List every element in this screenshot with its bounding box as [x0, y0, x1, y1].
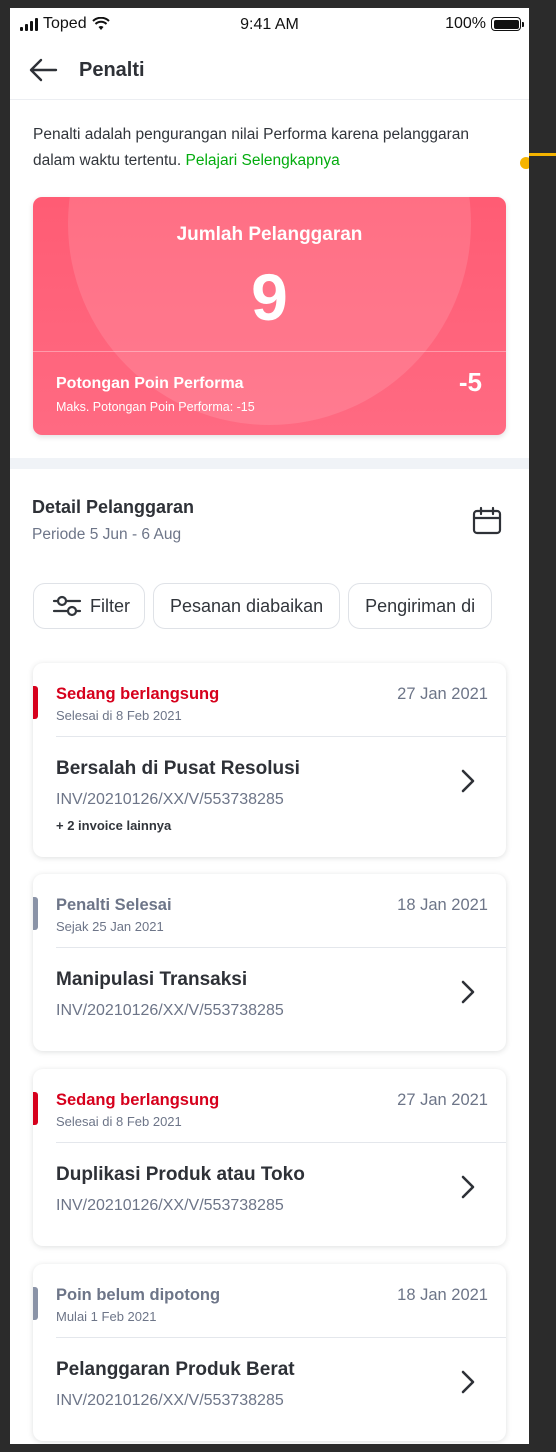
violation-invoice: INV/20210126/XX/V/553738285 — [56, 791, 284, 808]
top-nav: Penalti — [10, 42, 529, 100]
violation-title: Manipulasi Transaksi — [56, 969, 248, 990]
status-accent — [33, 897, 38, 930]
section-divider — [10, 458, 529, 469]
card-divider — [56, 1142, 506, 1143]
violation-title: Pelanggaran Produk Berat — [56, 1359, 295, 1380]
detail-title: Detail Pelanggaran — [32, 497, 195, 517]
battery-percent: 100% — [445, 15, 486, 32]
intro-text: Penalti adalah pengurangan nilai Perform… — [33, 122, 513, 174]
violation-status-sub: Selesai di 8 Feb 2021 — [56, 1114, 182, 1129]
annotation-dot — [520, 157, 529, 169]
max-deduction: Maks. Potongan Poin Performa: -15 — [56, 400, 255, 414]
status-accent — [33, 1287, 38, 1320]
violation-invoice: INV/20210126/XX/V/553738285 — [56, 1392, 284, 1409]
violation-date: 27 Jan 2021 — [397, 685, 488, 703]
violation-invoice: INV/20210126/XX/V/553738285 — [56, 1002, 284, 1019]
filter-chips: Filter Pesanan diabaikan Pengiriman di — [33, 583, 493, 629]
battery-icon — [491, 17, 524, 31]
violation-title: Bersalah di Pusat Resolusi — [56, 758, 300, 779]
filter-chip[interactable]: Filter — [33, 583, 145, 629]
page-title: Penalti — [79, 59, 145, 81]
chevron-right-icon — [461, 1370, 475, 1394]
violation-date: 27 Jan 2021 — [397, 1091, 488, 1109]
chevron-right-icon — [461, 1175, 475, 1199]
detail-period: Periode 5 Jun - 6 Aug — [32, 526, 182, 543]
status-bar: Toped 9:41 AM 100% — [10, 8, 529, 42]
learn-more-link[interactable]: Pelajari Selengkapnya — [186, 152, 340, 169]
violation-card[interactable]: Poin belum dipotong Mulai 1 Feb 2021 18 … — [33, 1264, 506, 1441]
violation-count-label: Jumlah Pelanggaran — [176, 224, 363, 245]
card-divider — [56, 1337, 506, 1338]
chip-pengiriman[interactable]: Pengiriman di — [348, 583, 493, 629]
violation-date: 18 Jan 2021 — [397, 1286, 488, 1304]
calendar-icon[interactable] — [471, 506, 503, 536]
filter-chip-label: Filter — [90, 595, 130, 616]
deduction-value: -5 — [458, 367, 482, 397]
violation-card[interactable]: Penalti Selesai Sejak 25 Jan 2021 18 Jan… — [33, 874, 506, 1051]
chip-pesanan-diabaikan[interactable]: Pesanan diabaikan — [153, 583, 341, 629]
chevron-right-icon — [461, 769, 475, 793]
violation-status: Sedang berlangsung — [56, 1091, 220, 1109]
more-invoices: + 2 invoice lainnya — [56, 818, 172, 833]
back-arrow-icon[interactable] — [28, 56, 60, 84]
filter-sliders-icon — [52, 595, 82, 617]
violation-status-sub: Sejak 25 Jan 2021 — [56, 919, 164, 934]
violation-invoice: INV/20210126/XX/V/553738285 — [56, 1197, 284, 1214]
status-accent — [33, 1092, 38, 1125]
deduction-label: Potongan Poin Performa — [56, 375, 244, 392]
violation-date: 18 Jan 2021 — [397, 896, 488, 914]
card-divider — [56, 947, 506, 948]
violation-status: Sedang berlangsung — [56, 685, 220, 703]
card-divider — [33, 351, 506, 352]
phone-screen: Toped 9:41 AM 100% Penalti Penalti adala… — [10, 8, 529, 1444]
violation-status-sub: Selesai di 8 Feb 2021 — [56, 708, 182, 723]
chevron-right-icon — [461, 980, 475, 1004]
violation-status: Penalti Selesai — [56, 896, 172, 914]
card-divider — [56, 736, 506, 737]
violation-status: Poin belum dipotong — [56, 1286, 221, 1304]
violation-title: Duplikasi Produk atau Toko — [56, 1164, 305, 1185]
violation-card[interactable]: Sedang berlangsung Selesai di 8 Feb 2021… — [33, 1069, 506, 1246]
violation-status-sub: Mulai 1 Feb 2021 — [56, 1309, 157, 1324]
status-accent — [33, 686, 38, 719]
status-right: 100% — [445, 15, 524, 33]
violation-card[interactable]: Sedang berlangsung Selesai di 8 Feb 2021… — [33, 663, 506, 857]
violation-count: 9 — [251, 260, 288, 334]
violation-summary-card: Jumlah Pelanggaran 9 Potongan Poin Perfo… — [33, 197, 506, 435]
